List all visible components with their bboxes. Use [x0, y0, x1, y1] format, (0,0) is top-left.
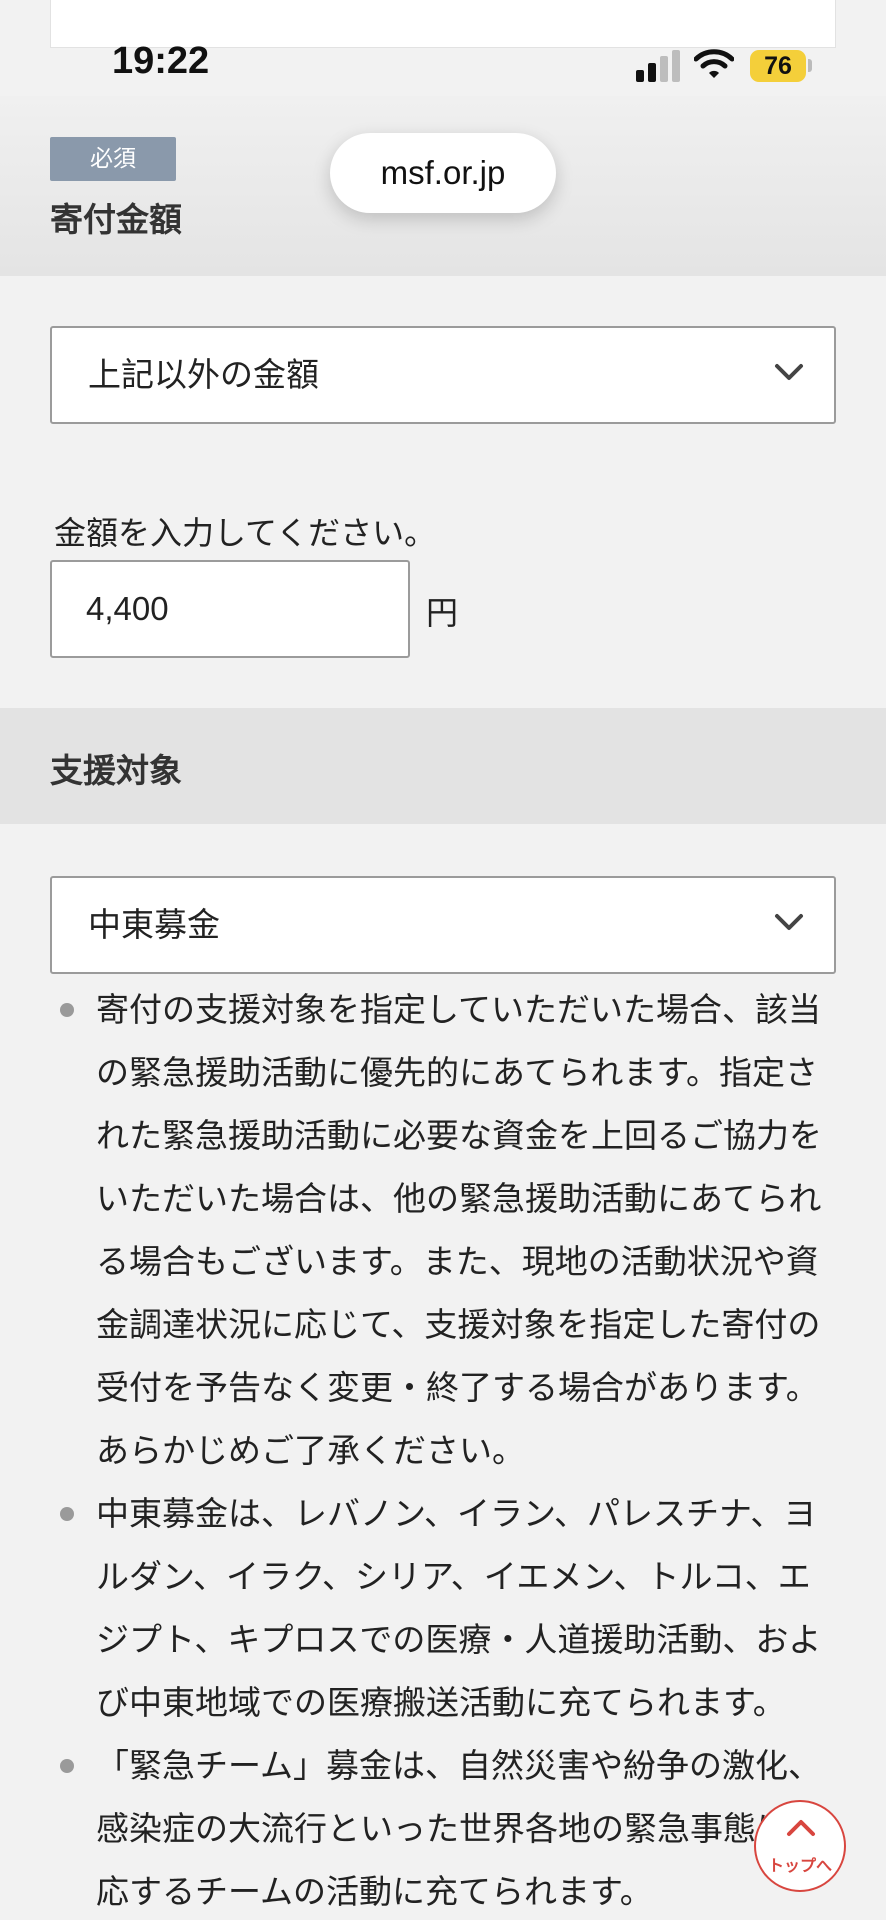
support-target-notes: 寄付の支援対象を指定していただいた場合、該当の緊急援助活動に優先的にあてられます… [50, 978, 840, 1920]
amount-input-label: 金額を入力してください。 [54, 514, 437, 552]
back-to-top-button[interactable]: トップへ [754, 1800, 846, 1892]
list-item: 中東募金は、レバノン、イラン、パレスチナ、ヨルダン、イラク、シリア、イエメン、ト… [50, 1482, 840, 1734]
wifi-icon [694, 49, 734, 78]
donation-amount-select-value: 上記以外の金額 [88, 355, 319, 394]
amount-input[interactable]: 4,400 [50, 560, 410, 658]
chevron-up-icon [787, 1820, 815, 1836]
support-target-select[interactable]: 中東募金 [50, 876, 836, 974]
back-to-top-label: トップへ [767, 1856, 832, 1875]
list-item: 寄付の支援対象を指定していただいた場合、該当の緊急援助活動に優先的にあてられます… [50, 978, 840, 1482]
battery-level: 76 [764, 52, 792, 80]
support-target-select-value: 中東募金 [88, 905, 220, 944]
yen-unit-label: 円 [426, 594, 459, 632]
status-time: 19:22 [112, 40, 210, 82]
cellular-signal-icon [636, 50, 680, 82]
chevron-down-icon [775, 914, 803, 930]
battery-tip [808, 59, 812, 72]
support-target-title: 支援対象 [50, 751, 182, 790]
battery-icon: 76 [750, 50, 806, 82]
donation-amount-title: 寄付金額 [50, 200, 182, 239]
list-item: 「緊急チーム」募金は、自然災害や紛争の激化、感染症の大流行といった世界各地の緊急… [50, 1734, 840, 1920]
amount-input-value: 4,400 [86, 590, 169, 627]
required-badge: 必須 [50, 137, 176, 181]
donation-amount-select[interactable]: 上記以外の金額 [50, 326, 836, 424]
status-bar: 19:22 76 [0, 0, 886, 96]
chevron-down-icon [775, 364, 803, 380]
browser-url-pill[interactable]: msf.or.jp [330, 133, 556, 213]
